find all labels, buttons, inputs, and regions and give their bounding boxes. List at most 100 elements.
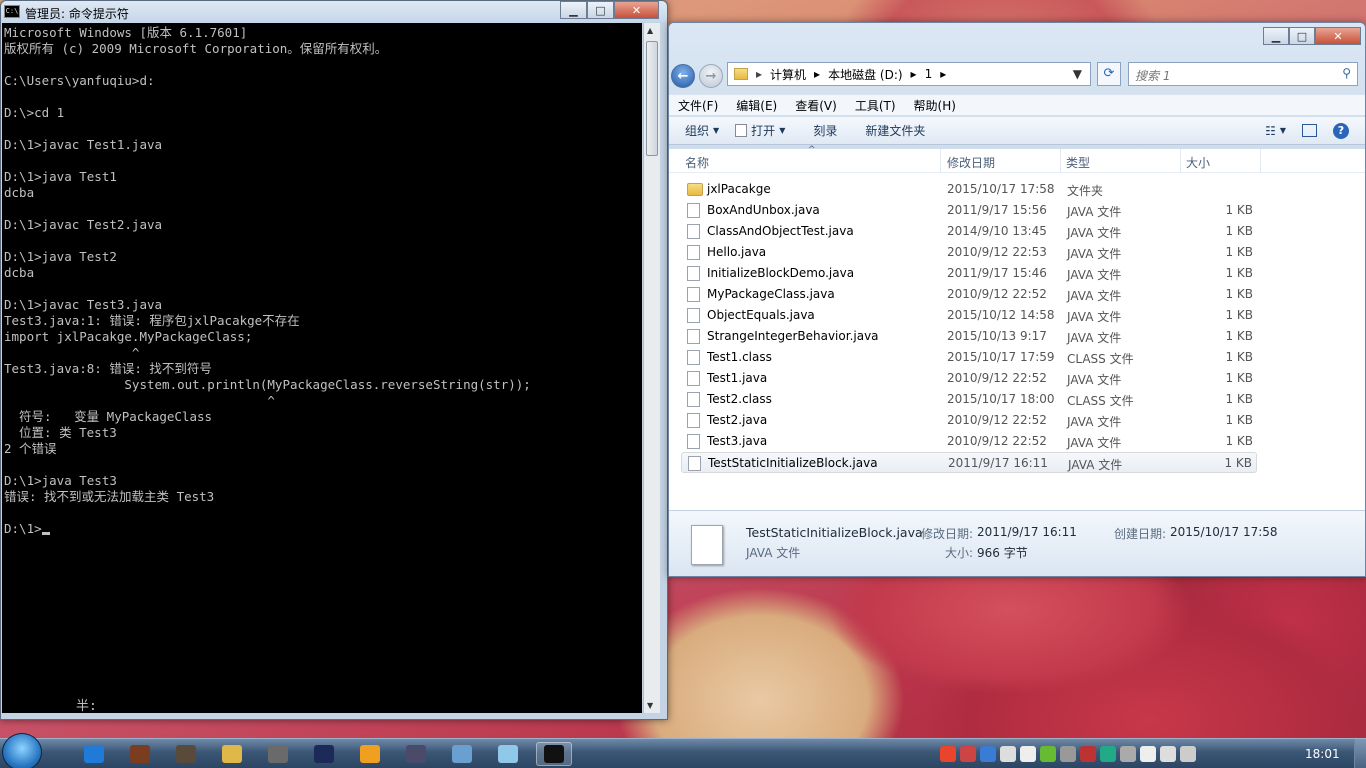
lol-icon[interactable] — [306, 742, 342, 766]
scroll-down-icon[interactable]: ▼ — [647, 701, 653, 710]
menu-edit[interactable]: 编辑(E) — [727, 97, 786, 114]
open-button[interactable]: 打开 ▼ — [727, 122, 793, 139]
menu-file[interactable]: 文件(F) — [669, 97, 727, 114]
file-size: 1 KB — [1225, 350, 1253, 364]
scroll-up-icon[interactable]: ▲ — [647, 26, 653, 35]
cmd-titlebar[interactable]: C:\ 管理员: 命令提示符 ▁ □ ✕ — [1, 1, 667, 23]
folder-icon-glyph — [222, 745, 242, 763]
flag-icon[interactable] — [1140, 746, 1156, 762]
ie-icon[interactable] — [76, 742, 112, 766]
maximize-button[interactable]: □ — [587, 1, 614, 19]
file-row[interactable]: TestStaticInitializeBlock.java 2011/9/17 … — [681, 452, 1257, 473]
speaker-icon[interactable] — [1160, 746, 1176, 762]
file-row[interactable]: Test2.java 2010/9/12 22:52 JAVA 文件 1 KB — [681, 410, 1257, 431]
column-divider[interactable] — [1180, 149, 1181, 173]
console-scrollbar[interactable]: ▲ ▼ — [643, 23, 660, 713]
breadcrumb-drive[interactable]: 本地磁盘 (D:) — [828, 66, 902, 83]
refresh-icon[interactable]: ⟳ — [1097, 62, 1121, 86]
maximize-button[interactable]: □ — [1289, 27, 1315, 45]
sogou-icon[interactable] — [940, 746, 956, 762]
burn-button[interactable]: 刻录 — [805, 122, 845, 139]
column-divider[interactable] — [1260, 149, 1261, 173]
scroll-thumb[interactable] — [646, 41, 658, 156]
close-button[interactable]: ✕ — [614, 1, 659, 19]
file-row[interactable]: BoxAndUnbox.java 2011/9/17 15:56 JAVA 文件 1 … — [681, 200, 1257, 221]
column-type[interactable]: 类型 — [1066, 154, 1090, 171]
search-icon[interactable]: ⚲ — [1342, 66, 1351, 80]
help-icon: ? — [1333, 122, 1349, 139]
address-dropdown-icon[interactable]: ▼ — [1073, 67, 1082, 81]
app-icon[interactable] — [260, 742, 296, 766]
bird-icon[interactable] — [1100, 746, 1116, 762]
file-row[interactable]: Test1.class 2015/10/17 17:59 CLASS 文件 1 KB — [681, 347, 1257, 368]
volume-icon[interactable] — [1000, 746, 1016, 762]
file-type: JAVA 文件 — [1068, 458, 1123, 472]
nvidia-icon[interactable] — [1040, 746, 1056, 762]
column-name[interactable]: 名称 — [685, 154, 709, 171]
show-desktop-button[interactable] — [1354, 739, 1366, 768]
breadcrumb-folder[interactable]: 1 — [925, 67, 933, 81]
back-button[interactable]: ← — [671, 64, 695, 88]
file-row[interactable]: Hello.java 2010/9/12 22:53 JAVA 文件 1 KB — [681, 242, 1257, 263]
pc-icon[interactable] — [1120, 746, 1136, 762]
file-row[interactable]: Test1.java 2010/9/12 22:52 JAVA 文件 1 KB — [681, 368, 1257, 389]
file-row[interactable]: ClassAndObjectTest.java 2014/9/10 13:45 JA… — [681, 221, 1257, 242]
cmd-window[interactable]: C:\ 管理员: 命令提示符 ▁ □ ✕ Microsoft Windows [… — [0, 0, 668, 720]
antivirus-icon[interactable] — [1080, 746, 1096, 762]
file-date: 2010/9/12 22:52 — [947, 371, 1047, 385]
tool-icon[interactable] — [444, 742, 480, 766]
details-pane: TestStaticInitializeBlock.java JAVA 文件 修… — [669, 510, 1365, 576]
file-row[interactable]: MyPackageClass.java 2010/9/12 22:52 JAVA 文… — [681, 284, 1257, 305]
qq-icon[interactable] — [960, 746, 976, 762]
new-folder-button[interactable]: 新建文件夹 — [857, 122, 933, 139]
preview-pane-button[interactable] — [1294, 124, 1325, 137]
column-divider[interactable] — [1060, 149, 1061, 173]
open-icon — [735, 124, 748, 137]
start-button[interactable] — [2, 733, 42, 768]
menu-help[interactable]: 帮助(H) — [905, 97, 965, 114]
help-button[interactable]: ? — [1325, 122, 1357, 139]
view-options-button[interactable]: ☷ ▼ — [1257, 124, 1294, 138]
address-bar[interactable]: ▸ 计算机 ▸ 本地磁盘 (D:) ▸ 1 ▸ ▼ — [727, 62, 1091, 86]
file-row[interactable]: InitializeBlockDemo.java 2011/9/17 15:46 J… — [681, 263, 1257, 284]
column-divider[interactable] — [940, 149, 941, 173]
network-icon[interactable] — [1180, 746, 1196, 762]
organize-button[interactable]: 组织 ▼ — [677, 122, 727, 139]
notepad-icon[interactable] — [490, 742, 526, 766]
file-row[interactable]: ObjectEquals.java 2015/10/12 14:58 JAVA 文件… — [681, 305, 1257, 326]
windows-icon[interactable] — [1020, 746, 1036, 762]
column-date[interactable]: 修改日期 — [947, 154, 995, 171]
breadcrumb-computer[interactable]: 计算机 — [770, 66, 806, 83]
explorer-window[interactable]: ▁ □ ✕ ← → ▸ 计算机 ▸ 本地磁盘 (D:) ▸ 1 ▸ ▼ ⟳ 搜索… — [668, 22, 1366, 577]
file-size: 1 KB — [1225, 371, 1253, 385]
minimize-button[interactable]: ▁ — [560, 1, 587, 19]
search-input[interactable]: 搜索 1 ⚲ — [1128, 62, 1358, 86]
game-icon[interactable] — [122, 742, 158, 766]
file-row[interactable]: Test3.java 2010/9/12 22:52 JAVA 文件 1 KB — [681, 431, 1257, 452]
forward-button[interactable]: → — [699, 64, 723, 88]
file-row[interactable]: StrangeIntegerBehavior.java 2015/10/13 9:… — [681, 326, 1257, 347]
folder-icon[interactable] — [214, 742, 250, 766]
game2-icon[interactable] — [168, 742, 204, 766]
file-icon — [687, 224, 700, 239]
menu-view[interactable]: 查看(V) — [786, 97, 846, 114]
file-row[interactable]: Test2.class 2015/10/17 18:00 CLASS 文件 1 KB — [681, 389, 1257, 410]
cmd-icon[interactable] — [536, 742, 572, 766]
details-modified-label: 修改日期: — [921, 527, 974, 541]
settings-icon[interactable] — [398, 742, 434, 766]
file-size: 1 KB — [1225, 308, 1253, 322]
console-output[interactable]: Microsoft Windows [版本 6.1.7601] 版权所有 (c) … — [2, 23, 642, 713]
column-size[interactable]: 大小 — [1186, 154, 1210, 171]
clock[interactable]: 18:01 — [1305, 747, 1340, 761]
minimize-button[interactable]: ▁ — [1263, 27, 1289, 45]
powerpoint-icon[interactable] — [352, 742, 388, 766]
close-button[interactable]: ✕ — [1315, 27, 1361, 45]
file-date: 2011/9/17 15:56 — [947, 203, 1047, 217]
shield-icon[interactable] — [980, 746, 996, 762]
menu-tools[interactable]: 工具(T) — [846, 97, 905, 114]
monitor-icon[interactable] — [1060, 746, 1076, 762]
sort-arrow-icon: ^ — [808, 145, 816, 155]
file-row[interactable]: jxlPacakge 2015/10/17 17:58 文件夹 — [681, 179, 1257, 200]
